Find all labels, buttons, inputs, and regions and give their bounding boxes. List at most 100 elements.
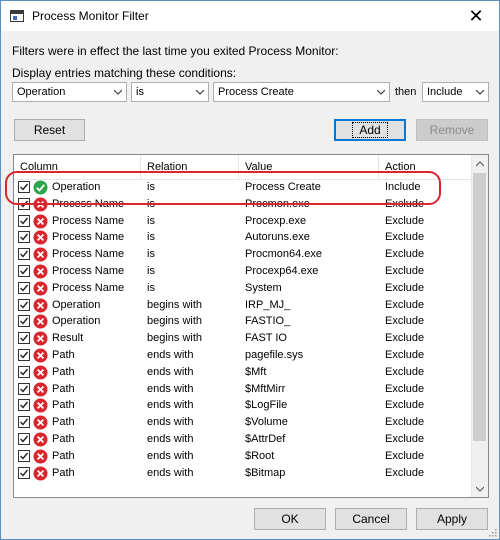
- cell-relation: ends with: [147, 449, 194, 462]
- value-combobox-text: Process Create: [218, 86, 294, 98]
- table-row[interactable]: Result begins with FAST IO Exclude: [14, 330, 474, 347]
- cell-column: Process Name: [52, 231, 125, 244]
- table-row[interactable]: Path ends with $Volume Exclude: [14, 414, 474, 431]
- exclude-x-icon: [33, 331, 48, 346]
- scroll-up-button[interactable]: [472, 155, 488, 172]
- checkmark-icon: [20, 284, 29, 292]
- table-row[interactable]: Path ends with $MftMirr Exclude: [14, 381, 474, 398]
- enable-checkbox[interactable]: [18, 281, 30, 294]
- cell-value: System: [245, 281, 282, 294]
- cell-column: Result: [52, 332, 84, 345]
- reset-button[interactable]: Reset: [14, 119, 85, 141]
- column-header-action[interactable]: Action: [379, 155, 474, 179]
- table-row[interactable]: Process Name is Procexp64.exe Exclude: [14, 263, 474, 280]
- table-row[interactable]: Path ends with $Bitmap Exclude: [14, 465, 474, 482]
- cell-column: Process Name: [52, 264, 125, 277]
- enable-checkbox[interactable]: [18, 332, 30, 345]
- table-row[interactable]: Path ends with $LogFile Exclude: [14, 397, 474, 414]
- checkmark-icon: [20, 452, 29, 460]
- scroll-thumb[interactable]: [473, 173, 486, 441]
- cell-column: Path: [52, 399, 75, 412]
- action-dropdown[interactable]: Include: [422, 82, 489, 102]
- enable-checkbox[interactable]: [18, 214, 30, 227]
- cancel-button[interactable]: Cancel: [335, 508, 407, 530]
- enable-checkbox[interactable]: [18, 449, 30, 462]
- enable-checkbox[interactable]: [18, 197, 30, 210]
- intro-text: Filters were in effect the last time you…: [12, 44, 339, 58]
- cell-relation: is: [147, 181, 155, 193]
- vertical-scrollbar[interactable]: [471, 155, 488, 497]
- table-row[interactable]: Path ends with $Root Exclude: [14, 448, 474, 465]
- enable-checkbox[interactable]: [18, 416, 30, 429]
- then-label: then: [395, 86, 417, 98]
- close-button[interactable]: ✕: [453, 1, 499, 31]
- cell-action: Exclude: [385, 466, 425, 479]
- cell-action: Exclude: [385, 348, 425, 361]
- column-header-column[interactable]: Column: [14, 155, 141, 179]
- enable-checkbox[interactable]: [18, 382, 30, 395]
- resize-grip-icon[interactable]: [487, 527, 497, 537]
- exclude-x-icon: [33, 314, 48, 329]
- cell-action: Exclude: [385, 416, 425, 429]
- enable-checkbox[interactable]: [18, 348, 30, 361]
- add-button[interactable]: Add: [334, 119, 406, 141]
- enable-checkbox[interactable]: [18, 315, 30, 328]
- cell-column: Process Name: [52, 248, 125, 261]
- enable-checkbox[interactable]: [18, 466, 30, 479]
- table-row[interactable]: Operation is Process Create Include: [14, 179, 474, 196]
- enable-checkbox[interactable]: [18, 432, 30, 445]
- action-dropdown-value: Include: [427, 86, 463, 98]
- list-header: Column Relation Value Action: [14, 155, 474, 180]
- apply-button[interactable]: Apply: [416, 508, 488, 530]
- enable-checkbox[interactable]: [18, 248, 30, 261]
- title-bar[interactable]: Process Monitor Filter ✕: [1, 1, 499, 31]
- checkmark-icon: [20, 401, 29, 409]
- enable-checkbox[interactable]: [18, 298, 30, 311]
- checkmark-icon: [20, 317, 29, 325]
- checkmark-icon: [20, 183, 29, 191]
- cell-value: Autoruns.exe: [245, 231, 310, 244]
- table-row[interactable]: Process Name is Procexp.exe Exclude: [14, 213, 474, 230]
- relation-dropdown-value: is: [136, 86, 144, 98]
- cell-relation: is: [147, 248, 155, 261]
- enable-checkbox[interactable]: [18, 399, 30, 412]
- scroll-down-button[interactable]: [472, 480, 488, 497]
- cell-value: pagefile.sys: [245, 348, 304, 361]
- table-row[interactable]: Path ends with $AttrDef Exclude: [14, 431, 474, 448]
- cell-action: Exclude: [385, 332, 425, 345]
- chevron-up-icon: [476, 160, 484, 166]
- cell-value: IRP_MJ_: [245, 298, 291, 311]
- cell-value: FASTIO_: [245, 315, 291, 328]
- enable-checkbox[interactable]: [18, 181, 30, 193]
- cell-value: $Mft: [245, 365, 267, 378]
- cell-column: Process Name: [52, 281, 125, 294]
- cell-column: Operation: [52, 315, 101, 328]
- remove-button[interactable]: Remove: [416, 119, 488, 141]
- cell-action: Exclude: [385, 432, 425, 445]
- cell-action: Exclude: [385, 449, 425, 462]
- enable-checkbox[interactable]: [18, 264, 30, 277]
- column-header-relation[interactable]: Relation: [141, 155, 239, 179]
- table-row[interactable]: Path ends with pagefile.sys Exclude: [14, 347, 474, 364]
- exclude-x-icon: [33, 382, 48, 397]
- column-header-value[interactable]: Value: [239, 155, 379, 179]
- table-row[interactable]: Process Name is Procmon.exe Exclude: [14, 196, 474, 213]
- table-row[interactable]: Operation begins with FASTIO_ Exclude: [14, 313, 474, 330]
- cell-relation: begins with: [147, 315, 203, 328]
- value-combobox[interactable]: Process Create: [213, 82, 390, 102]
- table-row[interactable]: Process Name is Procmon64.exe Exclude: [14, 246, 474, 263]
- enable-checkbox[interactable]: [18, 365, 30, 378]
- cell-value: Process Create: [245, 181, 321, 193]
- enable-checkbox[interactable]: [18, 231, 30, 244]
- column-dropdown[interactable]: Operation: [12, 82, 127, 102]
- relation-dropdown[interactable]: is: [131, 82, 209, 102]
- table-row[interactable]: Process Name is System Exclude: [14, 280, 474, 297]
- ok-button[interactable]: OK: [254, 508, 326, 530]
- cell-relation: is: [147, 197, 155, 210]
- filter-list[interactable]: Column Relation Value Action Operation is…: [13, 154, 489, 498]
- table-row[interactable]: Process Name is Autoruns.exe Exclude: [14, 229, 474, 246]
- exclude-x-icon: [33, 214, 48, 229]
- table-row[interactable]: Path ends with $Mft Exclude: [14, 364, 474, 381]
- exclude-x-icon: [33, 415, 48, 430]
- table-row[interactable]: Operation begins with IRP_MJ_ Exclude: [14, 297, 474, 314]
